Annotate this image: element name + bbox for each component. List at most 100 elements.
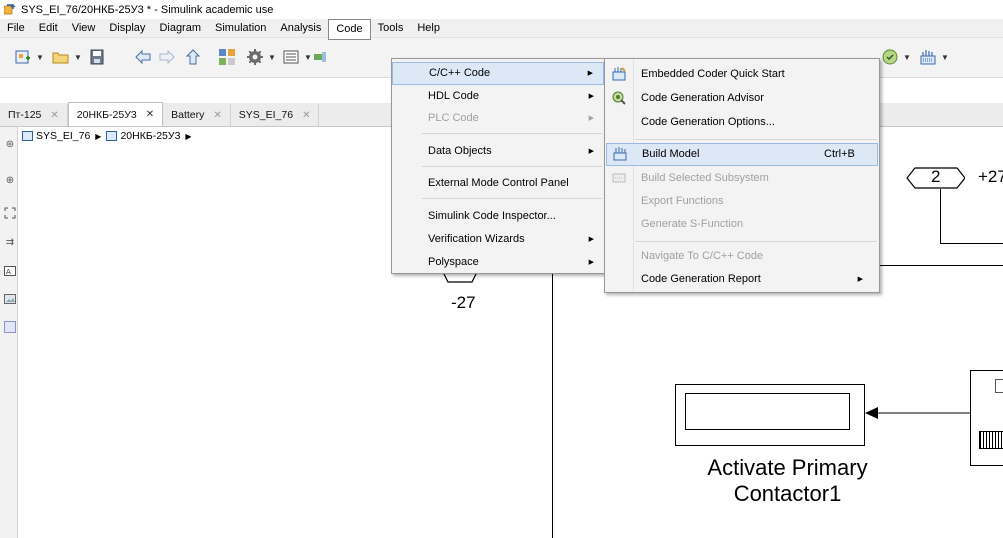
- display-block-screen: [685, 393, 850, 430]
- cpp-code-submenu: Embedded Coder Quick Start Code Generati…: [604, 58, 880, 293]
- menu-item-code-generation-options[interactable]: Code Generation Options...: [605, 112, 879, 133]
- tab-20nkb-25u3[interactable]: 20НКБ-25У3 ✕: [67, 102, 164, 126]
- signal-arrow: [865, 407, 970, 419]
- build-model-button[interactable]: [917, 46, 939, 68]
- route-lines-icon[interactable]: ⇉: [4, 237, 16, 249]
- new-model-icon: [15, 50, 30, 64]
- submenu-arrow-icon: ▶: [587, 70, 593, 77]
- menu-separator: [635, 139, 877, 140]
- back-button[interactable]: [132, 46, 154, 68]
- source-block-pattern: [979, 431, 1003, 449]
- menu-item-code-generation-report[interactable]: Code Generation Report ▶: [605, 269, 879, 290]
- library-browser-icon: [219, 49, 235, 65]
- svg-text:A: A: [6, 268, 11, 276]
- goto-tag-left-value: -27: [451, 293, 476, 312]
- menu-item-verification-wizards[interactable]: Verification Wizards ▶: [392, 229, 604, 250]
- forward-button[interactable]: [156, 46, 178, 68]
- window-title: SYS_EI_76/20НКБ-25У3 * - Simulink academ…: [21, 3, 274, 16]
- menu-display[interactable]: Display: [102, 19, 152, 38]
- menu-item-code-inspector[interactable]: Simulink Code Inspector...: [392, 206, 604, 227]
- area-icon[interactable]: [4, 321, 16, 333]
- open-button[interactable]: [50, 46, 72, 68]
- menu-item-generate-s-function[interactable]: Generate S-Function: [605, 214, 879, 235]
- menu-edit[interactable]: Edit: [32, 19, 65, 38]
- close-icon[interactable]: ✕: [50, 110, 58, 121]
- submenu-arrow-icon: ▶: [588, 93, 594, 100]
- menu-separator: [422, 133, 602, 134]
- tab-battery[interactable]: Battery ✕: [163, 104, 231, 126]
- goto-tag-right-value: 2: [931, 167, 941, 186]
- subsystem-icon: [106, 131, 118, 141]
- explorer-dropdown-icon[interactable]: ▼: [304, 53, 312, 62]
- menu-item-navigate-to-code[interactable]: Navigate To C/C++ Code: [605, 246, 879, 267]
- zoom-in-icon[interactable]: ⊕: [4, 175, 16, 187]
- menu-item-hdl-code[interactable]: HDL Code ▶: [392, 86, 604, 107]
- tab-pt-125[interactable]: Пт-125 ✕: [0, 104, 68, 126]
- tab-label: 20НКБ-25У3: [76, 108, 137, 121]
- tab-label: Battery: [171, 109, 205, 121]
- menu-item-cpp-code[interactable]: C/C++ Code ▶: [392, 62, 604, 85]
- menu-bar: File Edit View Display Diagram Simulatio…: [0, 18, 1003, 40]
- model-advisor-button[interactable]: [879, 46, 901, 68]
- menu-separator: [422, 198, 602, 199]
- goto-tag-right-suffix: +27: [978, 167, 1003, 186]
- hide-explorer-icon[interactable]: ⊛: [4, 139, 16, 151]
- source-block[interactable]: [970, 370, 1003, 466]
- menu-code[interactable]: Code: [328, 18, 371, 40]
- arrow-left-icon: [135, 49, 151, 65]
- build-dropdown-icon[interactable]: ▼: [941, 53, 949, 62]
- fit-to-view-icon[interactable]: [4, 207, 16, 219]
- signal-logging-icon: [314, 52, 326, 62]
- new-model-dropdown-icon[interactable]: ▼: [36, 53, 44, 62]
- library-browser-button[interactable]: [216, 46, 238, 68]
- display-block-label: Activate Primary Contactor1: [665, 455, 910, 507]
- open-dropdown-icon[interactable]: ▼: [74, 53, 82, 62]
- menu-item-external-mode[interactable]: External Mode Control Panel: [392, 173, 604, 194]
- close-icon[interactable]: ✕: [213, 110, 221, 121]
- image-icon[interactable]: [4, 293, 16, 305]
- save-button[interactable]: [86, 46, 108, 68]
- model-settings-button[interactable]: [244, 46, 266, 68]
- build-model-shortcut: Ctrl+B: [824, 148, 855, 160]
- breadcrumb-root[interactable]: SYS_EI_76: [36, 130, 90, 142]
- menu-item-data-objects[interactable]: Data Objects ▶: [392, 141, 604, 162]
- menu-item-embedded-coder-quick-start[interactable]: Embedded Coder Quick Start: [605, 64, 879, 85]
- breadcrumb-arrow-icon: ▶: [185, 131, 192, 141]
- menu-item-build-model[interactable]: Build Model Ctrl+B: [606, 143, 878, 166]
- menu-simulation[interactable]: Simulation: [208, 19, 273, 38]
- quick-start-icon: [612, 67, 626, 81]
- menu-item-plc-code[interactable]: PLC Code ▶: [392, 108, 604, 129]
- annotation-icon[interactable]: A: [4, 265, 16, 277]
- tab-sys-ei-76[interactable]: SYS_EI_76 ✕: [230, 104, 320, 126]
- build-icon: [613, 147, 627, 161]
- display-block[interactable]: [675, 384, 865, 446]
- up-button[interactable]: [182, 46, 204, 68]
- block-label-line2: Contactor1: [733, 481, 842, 506]
- menu-item-code-generation-advisor[interactable]: Code Generation Advisor: [605, 88, 879, 109]
- source-block-icon: [995, 379, 1003, 393]
- menu-tools[interactable]: Tools: [371, 19, 411, 38]
- model-explorer-button[interactable]: [280, 46, 302, 68]
- build-subsystem-icon: [612, 173, 626, 183]
- menu-item-polyspace[interactable]: Polyspace ▶: [392, 252, 604, 273]
- model-explorer-icon: [283, 50, 299, 64]
- menu-help[interactable]: Help: [410, 19, 447, 38]
- menu-view[interactable]: View: [65, 19, 103, 38]
- save-icon: [90, 49, 104, 65]
- advisor-dropdown-icon[interactable]: ▼: [903, 53, 911, 62]
- menu-item-export-functions[interactable]: Export Functions: [605, 191, 879, 212]
- record-button[interactable]: [314, 46, 326, 68]
- close-icon[interactable]: ✕: [302, 110, 310, 121]
- close-icon[interactable]: ✕: [146, 109, 154, 120]
- open-folder-icon: [52, 52, 69, 64]
- menu-diagram[interactable]: Diagram: [152, 19, 208, 38]
- submenu-arrow-icon: ▶: [857, 276, 863, 283]
- breadcrumb-child[interactable]: 20НКБ-25У3: [120, 130, 180, 142]
- new-model-button[interactable]: [12, 46, 34, 68]
- settings-dropdown-icon[interactable]: ▼: [268, 53, 276, 62]
- menu-separator: [635, 241, 877, 242]
- arrow-up-icon: [185, 49, 201, 65]
- menu-analysis[interactable]: Analysis: [273, 19, 328, 38]
- menu-file[interactable]: File: [0, 19, 32, 38]
- menu-item-build-selected-subsystem[interactable]: Build Selected Subsystem: [605, 168, 879, 189]
